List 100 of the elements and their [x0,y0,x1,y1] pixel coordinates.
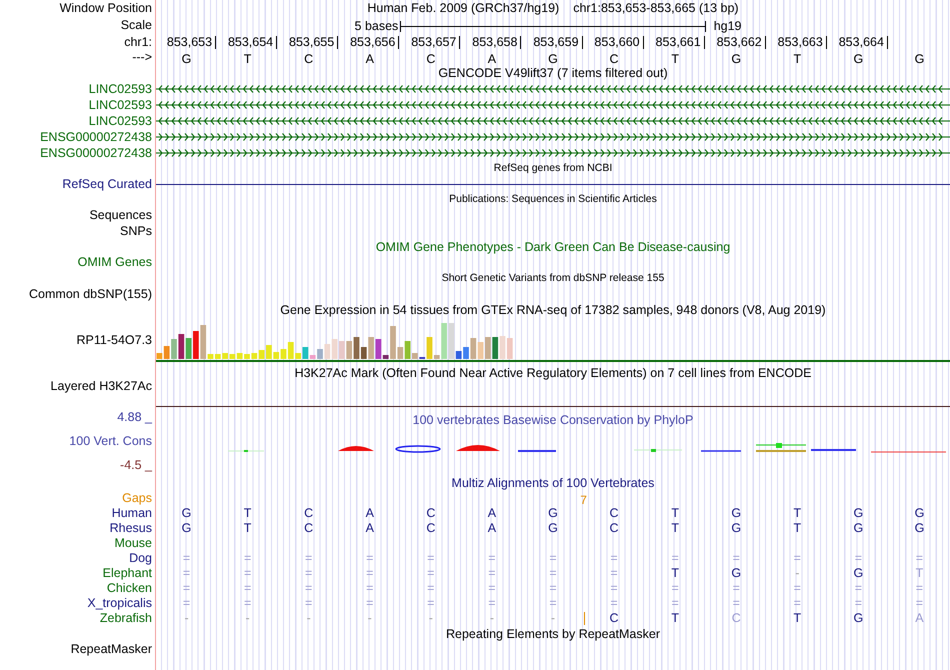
gap-count: 7 [579,492,588,509]
alignment-base: = [854,582,864,595]
alignment-base: A [486,522,498,535]
alignment-base: T [670,522,680,535]
track-title: Gene Expression in 54 tissues from GTEx RNA-seq of 17382 samples, 948 donors (V8, Aug 2019) [280,302,826,319]
alignment-base: = [609,552,619,565]
alignment-base: T [670,567,680,580]
alignment-base: T [792,612,802,625]
alignment-base: = [548,552,558,565]
alignment-base: = [609,597,619,610]
alignment-base: G [180,507,192,520]
alignment-base: - [428,612,434,625]
alignment-base: = [365,552,374,565]
position-label: 853,663 [778,36,827,48]
track-label[interactable]: LINC02593 [88,112,152,130]
alignment-base: = [304,552,314,565]
alignment-base: T [242,507,252,520]
alignment-base: = [670,597,680,610]
track-title: H3K27Ac Mark (Often Found Near Active Regulatory Elements) on 7 cell lines from ENCODE [294,365,812,382]
track-title: Short Genetic Variants from dbSNP release 155 [442,270,664,286]
alignment-base: G [852,522,864,535]
alignment-base: = [548,567,558,580]
alignment-base: = [487,552,497,565]
alignment-base: A [364,522,375,535]
alignment-base: = [182,567,192,580]
axis-max-label: 4.88 _ [117,409,152,426]
row-label: Window Position [60,0,152,18]
alignment-base: C [425,522,436,535]
alignment-base: = [609,567,619,580]
base-letter: T [792,51,802,68]
track-title: Repeating Elements by RepeatMasker [446,626,660,643]
alignment-base: = [426,582,436,595]
base-letter: G [852,51,864,68]
track-title: RefSeq genes from NCBI [494,161,612,176]
track-label[interactable]: RP11-54O7.3 [76,330,152,350]
alignment-base: - [244,612,251,625]
track-label[interactable]: Common dbSNP(155) [29,284,152,304]
base-letter: T [670,51,680,68]
alignment-base: C [425,507,436,520]
alignment-base: = [365,567,374,580]
alignment-base: G [852,507,864,520]
alignment-base: = [670,552,680,565]
alignment-base: A [914,612,925,625]
alignment-base: - [550,612,556,625]
alignment-base: = [242,582,252,595]
scale-text: 5 bases [354,18,400,35]
position-label: 853,655 [289,36,338,48]
track-label[interactable]: Layered H3K27Ac [50,374,152,396]
alignment-base: = [426,552,436,565]
track-label[interactable]: LINC02593 [88,80,152,98]
alignment-base: = [914,597,924,610]
alignment-base: G [730,522,742,535]
base-letter: G [730,51,742,68]
alignment-base: = [304,567,314,580]
position-label: 853,659 [533,36,583,48]
alignment-base: A [364,507,375,520]
axis-min-label: -4.5 _ [120,457,152,474]
alignment-base: = [304,597,314,610]
track-label[interactable]: RefSeq Curated [62,175,152,194]
alignment-base: G [914,522,926,535]
position-label: 853,658 [472,36,522,48]
base-letter: C [425,51,436,68]
track-label[interactable]: 100 Vert. Cons [69,432,152,451]
alignment-base: = [242,567,252,580]
alignment-base: G [547,522,559,535]
alignment-base: A [486,507,498,520]
alignment-base: T [242,522,252,535]
alignment-base: T [792,522,802,535]
alignment-base: = [487,567,497,580]
alignment-base: = [365,597,374,610]
alignment-base: = [609,582,619,595]
position-label: 853,660 [594,36,644,48]
track-label[interactable]: LINC02593 [88,96,152,114]
position-label: 853,661 [656,36,705,48]
alignment-base: = [914,582,924,595]
track-title: 100 vertebrates Basewise Conservation by PhyloP [412,412,694,429]
alignment-base: = [426,567,436,580]
alignment-base: = [792,552,802,565]
track-label[interactable]: ENSG00000272438 [40,128,152,146]
alignment-base: C [303,507,314,520]
position-label: 853,654 [228,36,278,48]
alignment-base: G [730,567,742,580]
track-title: OMIM Gene Phenotypes - Dark Green Can Be Disease-causing [376,238,730,256]
position-text: chr1:853,653-853,665 (13 bp) [573,0,739,18]
alignment-base: = [670,582,680,595]
alignment-base: = [914,552,924,565]
track-label[interactable]: RepeatMasker [70,640,152,660]
base-letter: G [180,51,192,68]
alignment-base: G [547,507,559,520]
alignment-base: = [242,597,252,610]
alignment-base: T [670,507,680,520]
position-label: 853,664 [838,36,888,48]
position-label: 853,662 [716,36,766,48]
alignment-base: C [730,612,742,625]
alignment-base: G [730,507,742,520]
alignment-base: = [304,582,314,595]
alignment-base: C [608,522,620,535]
alignment-base: T [792,507,802,520]
track-label[interactable]: ENSG00000272438 [40,144,152,162]
track-label[interactable]: OMIM Genes [78,253,152,272]
